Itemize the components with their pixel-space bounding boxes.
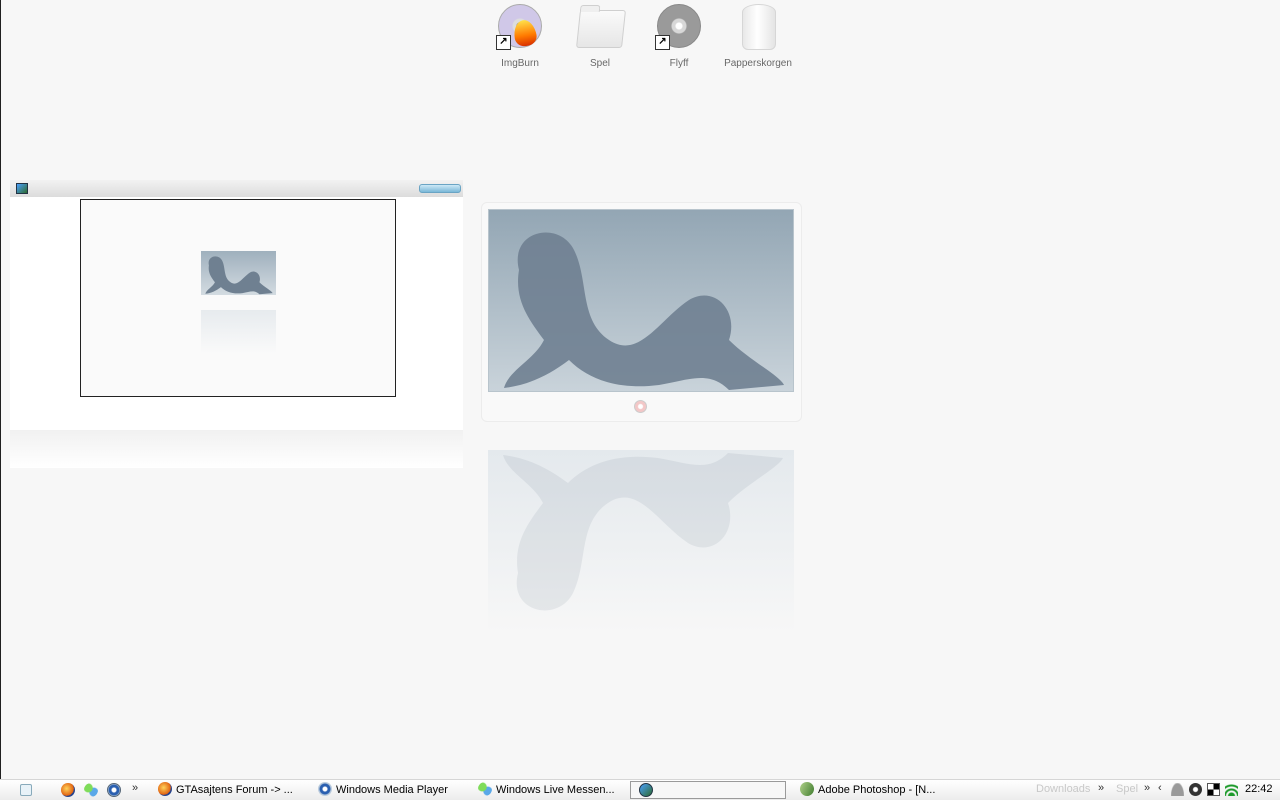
disc-icon: ↗ bbox=[655, 2, 703, 50]
task-button-media-player[interactable]: Windows Media Player bbox=[318, 781, 468, 799]
toolbar-spel-chevron-icon[interactable]: » bbox=[1144, 782, 1150, 794]
shortcut-arrow-icon: ↗ bbox=[496, 35, 511, 50]
silhouette-photo-reflection bbox=[488, 450, 794, 633]
wifi-icon[interactable] bbox=[1225, 783, 1238, 796]
preview-thumbnail bbox=[201, 251, 276, 295]
task-label: GTAsajtens Forum -> ... bbox=[176, 784, 293, 796]
task-label: Windows Media Player bbox=[336, 784, 448, 796]
preview-window[interactable] bbox=[10, 180, 463, 468]
silhouette-photo bbox=[488, 209, 794, 392]
toolbar-downloads-chevron-icon[interactable]: » bbox=[1098, 782, 1104, 794]
globe-icon[interactable] bbox=[1189, 783, 1202, 796]
image-viewer-icon bbox=[16, 183, 28, 194]
imgburn-icon: ↗ bbox=[496, 2, 544, 50]
desktop-icon-label: Papperskorgen bbox=[724, 58, 792, 69]
firefox-icon bbox=[158, 782, 172, 796]
shortcut-arrow-icon: ↗ bbox=[655, 35, 670, 50]
desktop-icon-imgburn[interactable]: ↗ ImgBurn bbox=[480, 2, 560, 69]
messenger-icon bbox=[478, 782, 492, 796]
user-icon[interactable] bbox=[1171, 783, 1184, 796]
disc-badge-icon bbox=[634, 400, 647, 413]
task-button-messenger[interactable]: Windows Live Messen... bbox=[478, 781, 626, 799]
task-button-firefox[interactable]: GTAsajtens Forum -> ... bbox=[158, 781, 306, 799]
task-button-photoshop[interactable]: Adobe Photoshop - [N... bbox=[800, 781, 950, 799]
firefox-icon[interactable] bbox=[61, 783, 75, 797]
preview-frame bbox=[80, 199, 396, 397]
taskbar: » GTAsajtens Forum -> ... Windows Media … bbox=[0, 779, 1280, 800]
desktop-icon-spel[interactable]: Spel bbox=[560, 2, 640, 69]
preview-window-titlebar[interactable] bbox=[10, 180, 463, 197]
preview-thumbnail-reflection bbox=[201, 310, 276, 354]
window-control-button[interactable] bbox=[419, 184, 461, 193]
tray-expand-chevron-icon[interactable]: ‹ bbox=[1158, 782, 1162, 794]
toolbar-spel[interactable]: Spel bbox=[1116, 783, 1138, 795]
task-button-image-viewer[interactable] bbox=[630, 781, 786, 799]
recycle-bin-icon bbox=[734, 2, 782, 50]
preview-window-reflection bbox=[10, 430, 463, 468]
tray-clock[interactable]: 22:42 bbox=[1245, 783, 1273, 795]
show-desktop-icon[interactable] bbox=[20, 784, 32, 796]
toolbar-downloads[interactable]: Downloads bbox=[1036, 783, 1090, 795]
task-label: Adobe Photoshop - [N... bbox=[818, 784, 936, 796]
desktop-icon-label: Flyff bbox=[669, 58, 689, 69]
desktop-icon-flyff[interactable]: ↗ Flyff bbox=[639, 2, 719, 69]
image-viewer-icon bbox=[639, 783, 653, 797]
screen-left-edge bbox=[0, 0, 1, 780]
desktop-icon-label: Spel bbox=[589, 58, 610, 69]
quick-launch-more-chevron-icon[interactable]: » bbox=[132, 782, 138, 794]
checker-icon[interactable] bbox=[1207, 783, 1220, 796]
folder-icon bbox=[576, 2, 626, 50]
desktop-icon-label: ImgBurn bbox=[501, 58, 539, 69]
desktop-icon-papperskorgen[interactable]: Papperskorgen bbox=[718, 2, 798, 69]
photoshop-icon bbox=[800, 781, 816, 798]
media-player-icon bbox=[318, 782, 332, 796]
media-player-icon[interactable] bbox=[107, 783, 121, 797]
task-label: Windows Live Messen... bbox=[496, 784, 615, 796]
messenger-icon[interactable] bbox=[84, 783, 98, 797]
